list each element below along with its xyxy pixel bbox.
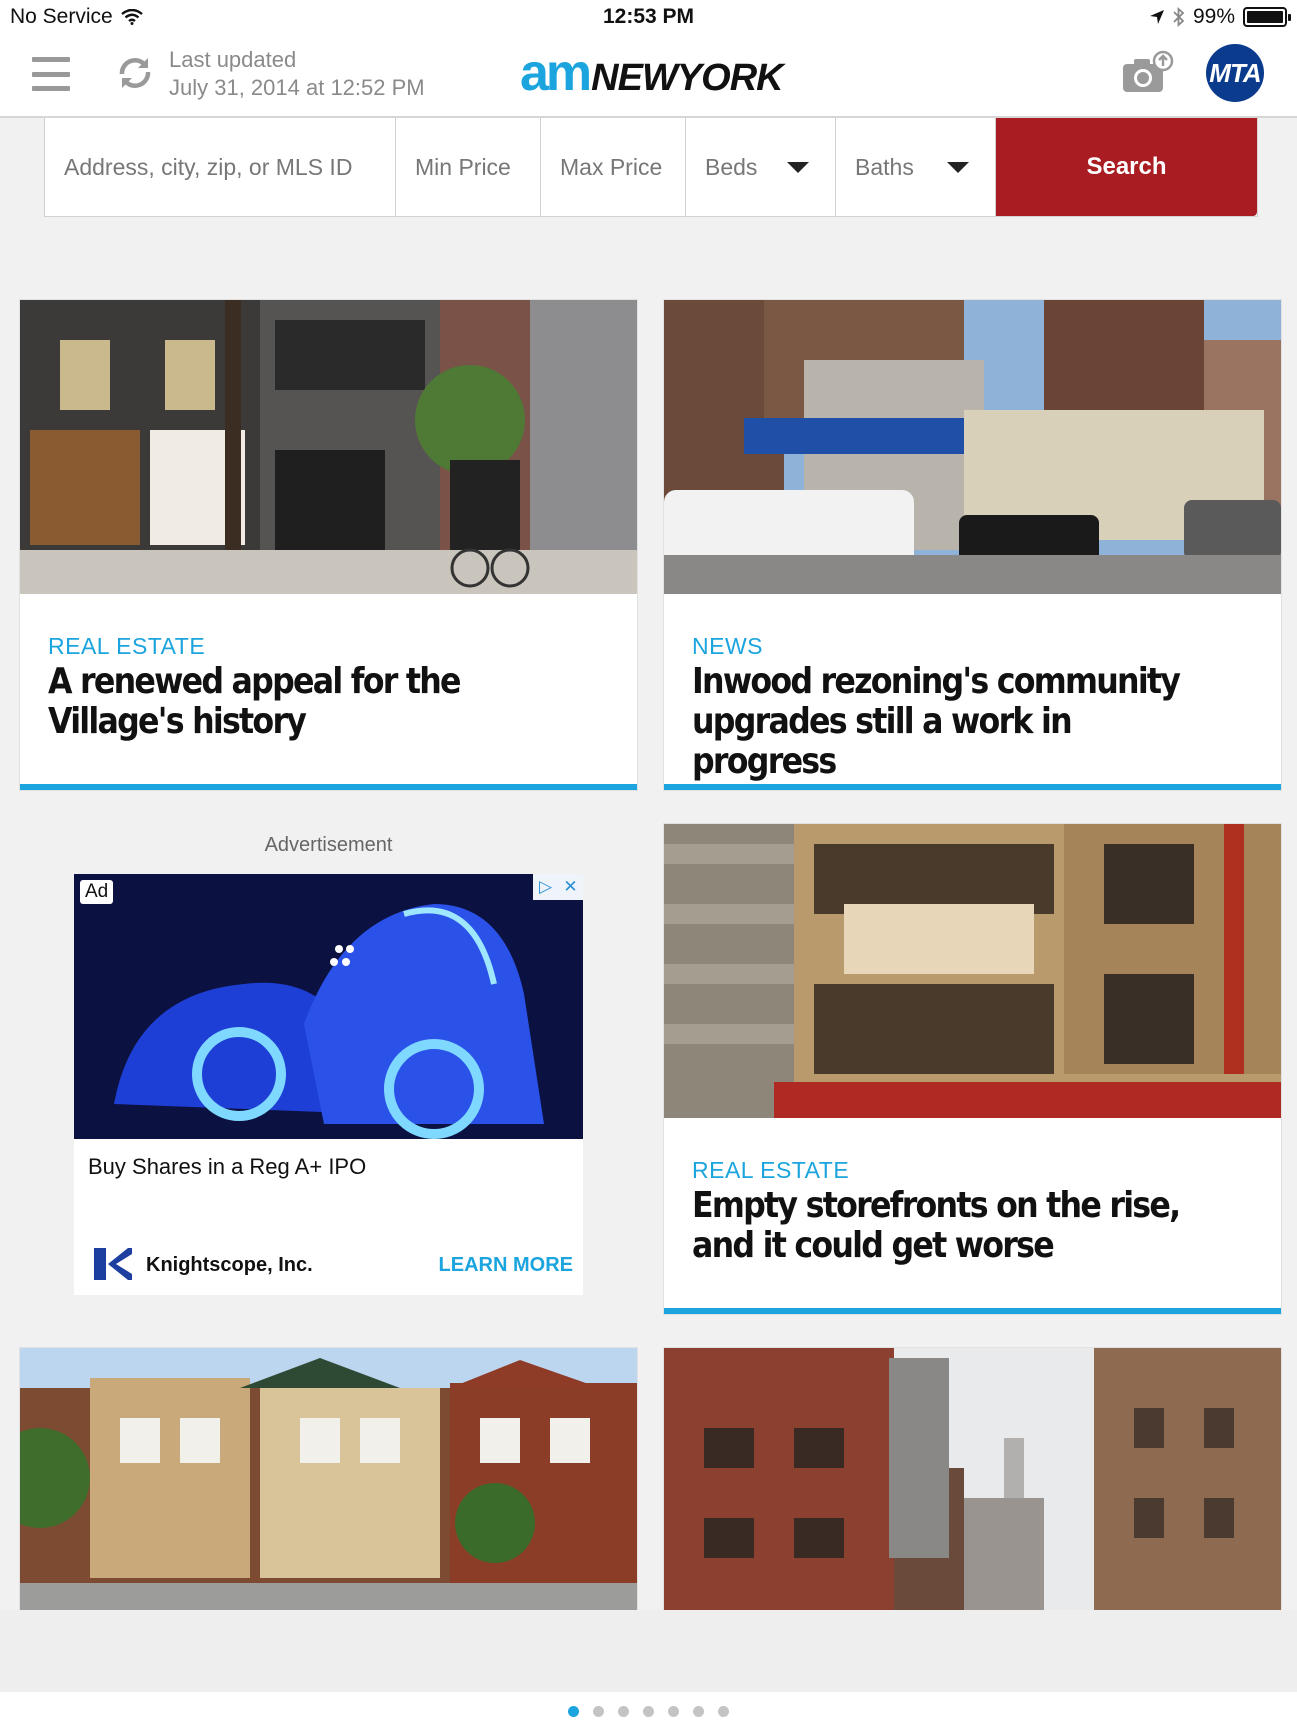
dropdown-arrow-icon bbox=[947, 161, 969, 173]
page-dot[interactable] bbox=[643, 1705, 654, 1717]
menu-icon[interactable] bbox=[32, 57, 70, 91]
search-button[interactable]: Search bbox=[996, 118, 1257, 216]
clock: 12:53 PM bbox=[602, 5, 695, 28]
ad-choices[interactable]: ▷ ✕ bbox=[533, 874, 583, 900]
article-category: REAL ESTATE bbox=[48, 633, 206, 659]
ad-image: Ad ▷ ✕ bbox=[74, 874, 583, 1139]
page-dot[interactable] bbox=[668, 1705, 679, 1717]
ad-advertiser: Knightscope, Inc. bbox=[146, 1254, 313, 1276]
ad-headline: Buy Shares in a Reg A+ IPO bbox=[88, 1154, 367, 1179]
article-category: REAL ESTATE bbox=[692, 1157, 850, 1183]
max-price-input[interactable]: Max Price bbox=[541, 118, 686, 216]
dropdown-arrow-icon bbox=[787, 161, 809, 173]
article-photo bbox=[664, 300, 1281, 594]
min-price-input[interactable]: Min Price bbox=[396, 118, 541, 216]
camera-upload-icon[interactable] bbox=[1121, 50, 1175, 96]
page-dot[interactable] bbox=[718, 1705, 729, 1717]
page-dot[interactable] bbox=[568, 1705, 579, 1717]
beds-dropdown[interactable]: Beds bbox=[686, 118, 836, 216]
amnewyork-logo[interactable]: am NEWYORK bbox=[520, 47, 784, 99]
battery-percent: 99% bbox=[1192, 5, 1235, 28]
article-category: NEWS bbox=[692, 633, 763, 659]
page-dot[interactable] bbox=[618, 1705, 629, 1717]
article-photo bbox=[664, 824, 1281, 1118]
last-updated: Last updated July 31, 2014 at 12:52 PM bbox=[169, 47, 425, 100]
article-card[interactable] bbox=[20, 1348, 637, 1610]
article-card[interactable]: REAL ESTATE A renewed appeal for the Vil… bbox=[20, 300, 637, 790]
baths-dropdown[interactable]: Baths bbox=[836, 118, 996, 216]
app-header: Last updated July 31, 2014 at 12:52 PM a… bbox=[0, 36, 1297, 118]
close-icon[interactable]: ✕ bbox=[558, 874, 583, 900]
page-indicator bbox=[0, 1692, 1297, 1730]
battery-icon bbox=[1243, 7, 1291, 27]
footer-band bbox=[0, 1610, 1297, 1692]
status-bar: No Service 12:53 PM 99% bbox=[0, 0, 1297, 36]
article-card[interactable] bbox=[664, 1348, 1281, 1610]
advertisement[interactable]: Ad ▷ ✕ Buy Shares in a Reg A+ IPO Knight… bbox=[74, 874, 583, 1295]
article-photo bbox=[20, 300, 637, 594]
article-card[interactable]: NEWS Inwood rezoning's community upgrade… bbox=[664, 300, 1281, 790]
property-search-bar: Address, city, zip, or MLS ID Min Price … bbox=[44, 118, 1258, 217]
article-photo bbox=[20, 1348, 637, 1610]
page-dot[interactable] bbox=[593, 1705, 604, 1717]
address-input[interactable]: Address, city, zip, or MLS ID bbox=[45, 118, 396, 216]
article-title: Empty storefronts on the rise, and it co… bbox=[692, 1185, 1181, 1266]
page-dot[interactable] bbox=[693, 1705, 704, 1717]
article-photo bbox=[664, 1348, 1281, 1610]
adchoices-icon[interactable]: ▷ bbox=[533, 874, 558, 900]
location-arrow-icon bbox=[1149, 10, 1164, 24]
ad-badge: Ad bbox=[80, 880, 114, 904]
knightscope-logo-icon bbox=[94, 1248, 132, 1280]
refresh-icon[interactable] bbox=[116, 54, 154, 92]
learn-more-link[interactable]: LEARN MORE bbox=[439, 1254, 573, 1277]
bluetooth-icon bbox=[1173, 7, 1185, 27]
article-card[interactable]: REAL ESTATE Empty storefronts on the ris… bbox=[664, 824, 1281, 1314]
advertisement-label: Advertisement bbox=[264, 834, 393, 856]
mta-logo-button[interactable]: MTA bbox=[1206, 44, 1264, 102]
article-title: Inwood rezoning's community upgrades sti… bbox=[692, 661, 1181, 782]
article-title: A renewed appeal for the Village's histo… bbox=[48, 661, 462, 742]
